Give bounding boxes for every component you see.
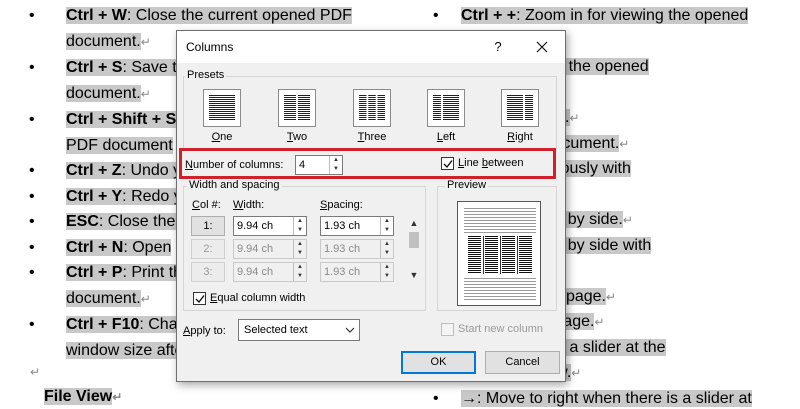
spin-down-icon[interactable]: ▼ xyxy=(381,226,393,235)
preset-three[interactable]: Three xyxy=(353,89,391,143)
checkmark-icon xyxy=(195,295,205,304)
spin-down-icon[interactable]: ▼ xyxy=(294,272,306,281)
spin-up-icon[interactable]: ▲ xyxy=(381,263,393,272)
preset-right[interactable]: Right xyxy=(501,89,539,143)
number-of-columns-highlight xyxy=(179,148,556,179)
spin-down-icon[interactable]: ▼ xyxy=(294,249,306,258)
preset-two-icon[interactable] xyxy=(278,89,316,127)
width-header: Width: xyxy=(233,199,265,211)
close-button[interactable] xyxy=(527,35,557,59)
equal-column-width-label: Equal column width xyxy=(210,292,306,304)
column-number-button[interactable]: 3: xyxy=(191,262,225,282)
preset-right-label: Right xyxy=(507,131,533,143)
col-num-header: Col #: xyxy=(192,199,221,211)
spin-up-icon[interactable]: ▲ xyxy=(294,263,306,272)
spin-up-icon[interactable]: ▲ xyxy=(294,240,306,249)
scroll-thumb[interactable] xyxy=(409,232,419,248)
start-new-column-checkbox[interactable] xyxy=(441,323,454,336)
spacing-header: Spacing: xyxy=(320,199,363,211)
bullet-icon: • xyxy=(29,264,35,281)
preset-three-icon[interactable] xyxy=(353,89,391,127)
spin-up-icon[interactable]: ▲ xyxy=(381,240,393,249)
width-spinner[interactable]: 9.94 ch ▲ ▼ xyxy=(233,216,307,236)
paragraph-mark: ↵ xyxy=(30,365,41,379)
cancel-button[interactable]: Cancel xyxy=(485,351,560,374)
preset-left[interactable]: Left xyxy=(427,89,465,143)
bullet-icon: • xyxy=(29,111,35,128)
scroll-up-icon[interactable]: ▲ xyxy=(406,216,422,230)
preset-one-icon[interactable] xyxy=(203,89,241,127)
preset-two-label: Two xyxy=(286,131,308,143)
spin-up-icon[interactable]: ▲ xyxy=(381,217,393,226)
width-value[interactable]: 9.94 ch xyxy=(237,266,273,278)
equal-column-width-checkbox[interactable] xyxy=(193,292,206,305)
width-value[interactable]: 9.94 ch xyxy=(237,243,273,255)
bullet-icon: • xyxy=(433,7,439,24)
spin-down-icon[interactable]: ▼ xyxy=(294,226,306,235)
help-button[interactable]: ? xyxy=(487,37,509,57)
apply-to-value: Selected text xyxy=(244,324,308,336)
spacing-spinner[interactable]: 1.93 ch ▲ ▼ xyxy=(320,262,394,282)
column-number-button[interactable]: 1: xyxy=(191,216,225,236)
preview-columns-image xyxy=(464,208,536,300)
ok-button[interactable]: OK xyxy=(401,351,476,374)
apply-to-label: Apply to: xyxy=(183,325,226,337)
bullet-icon: • xyxy=(29,213,35,230)
bullet-icon: • xyxy=(29,7,35,24)
spin-up-icon[interactable]: ▲ xyxy=(294,217,306,226)
close-icon xyxy=(536,41,548,53)
scroll-down-icon[interactable]: ▼ xyxy=(406,268,422,282)
preview-label: Preview xyxy=(445,179,489,191)
preset-right-icon[interactable] xyxy=(501,89,539,127)
bullet-icon: • xyxy=(29,59,35,76)
preset-one-label: One xyxy=(211,131,233,143)
spacing-value[interactable]: 1.93 ch xyxy=(324,243,360,255)
preview-page xyxy=(457,201,541,306)
spacing-value[interactable]: 1.93 ch xyxy=(324,266,360,278)
preset-left-label: Left xyxy=(436,131,456,143)
start-new-column-label: Start new column xyxy=(458,323,543,335)
columns-dialog: Columns ? Presets One Two Three Left Right N… xyxy=(176,30,566,382)
width-spinner[interactable]: 9.94 ch ▲ ▼ xyxy=(233,239,307,259)
dialog-title: Columns xyxy=(186,40,234,54)
spacing-spinner[interactable]: 1.93 ch ▲ ▼ xyxy=(320,216,394,236)
document-line: • Ctrl + +: Zoom in for viewing the opene… xyxy=(433,3,800,29)
preset-three-label: Three xyxy=(357,131,387,143)
preset-one[interactable]: One xyxy=(203,89,241,143)
bullet-icon: • xyxy=(29,162,35,179)
spin-down-icon[interactable]: ▼ xyxy=(381,272,393,281)
columns-scrollbar[interactable]: ▲ ▼ xyxy=(406,216,422,282)
bullet-icon: • xyxy=(29,187,35,205)
dialog-titlebar[interactable]: Columns ? xyxy=(177,31,565,63)
preset-left-icon[interactable] xyxy=(427,89,465,127)
file-view-heading: File View↵ xyxy=(44,388,123,405)
preset-two[interactable]: Two xyxy=(278,89,316,143)
bullet-icon: • xyxy=(29,316,35,333)
document-line: • →: Move to right when there is a slider… xyxy=(433,386,800,409)
column-number-button[interactable]: 2: xyxy=(191,239,225,259)
width-spacing-label: Width and spacing xyxy=(187,179,282,191)
spacing-spinner[interactable]: 1.93 ch ▲ ▼ xyxy=(320,239,394,259)
width-value[interactable]: 9.94 ch xyxy=(237,220,273,232)
width-spinner[interactable]: 9.94 ch ▲ ▼ xyxy=(233,262,307,282)
presets-label: Presets xyxy=(185,69,227,81)
bullet-icon: • xyxy=(29,238,35,256)
spacing-value[interactable]: 1.93 ch xyxy=(324,220,360,232)
bullet-icon: • xyxy=(433,389,439,407)
chevron-down-icon[interactable] xyxy=(341,320,359,340)
spin-down-icon[interactable]: ▼ xyxy=(381,249,393,258)
apply-to-select[interactable]: Selected text xyxy=(238,319,360,341)
